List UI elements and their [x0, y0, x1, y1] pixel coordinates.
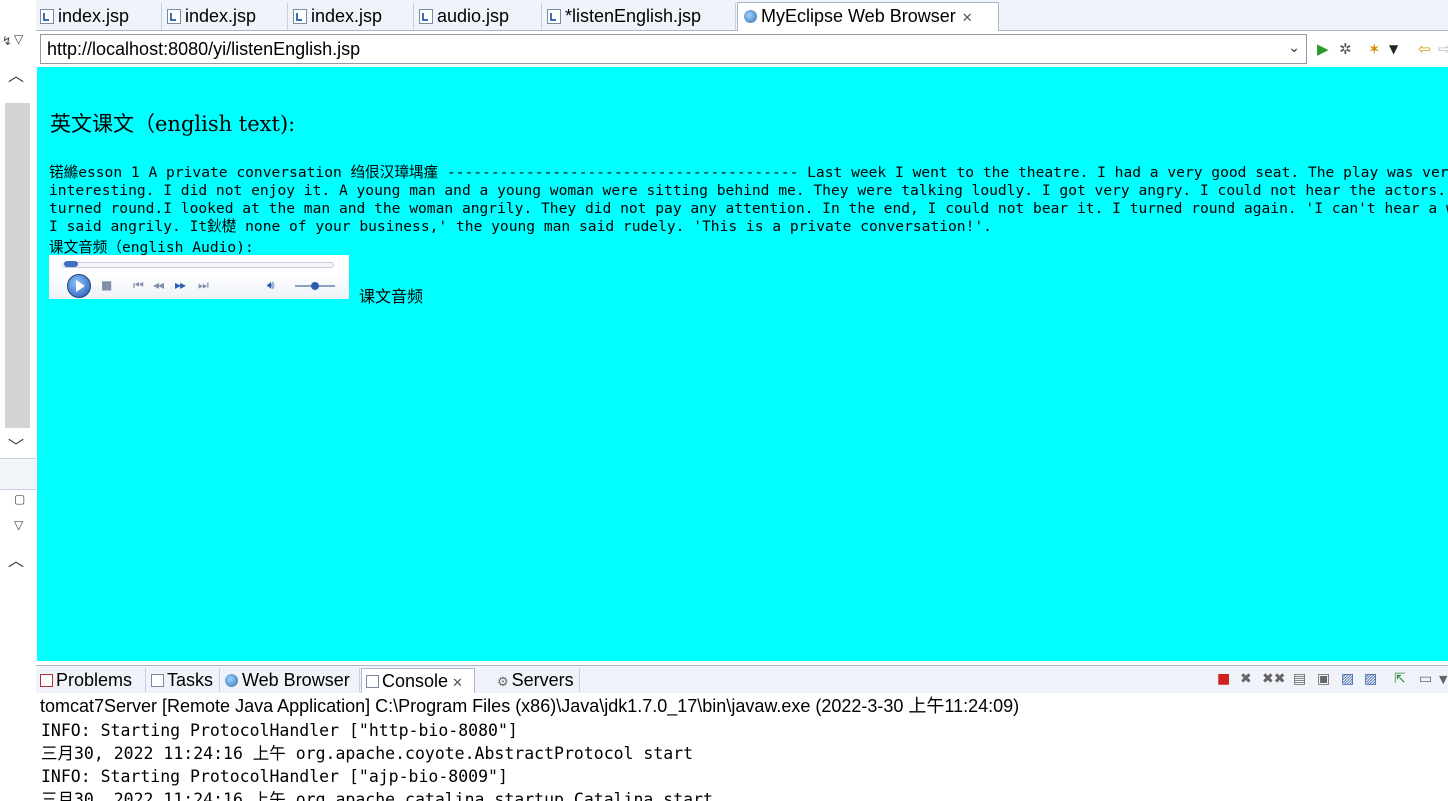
player-caption: 课文音频	[359, 287, 424, 306]
panel-divider	[0, 458, 36, 490]
tab-label: Web Browser	[242, 670, 350, 690]
terminate-icon[interactable]: ■	[1217, 671, 1230, 687]
browser-toolbar: ⌄ ▶ ✲ ✶ ▼ ⇦ ⇨	[36, 31, 1448, 67]
tab-label: MyEclipse Web Browser	[761, 6, 956, 26]
seek-bar[interactable]	[62, 262, 334, 268]
refresh-icon[interactable]: ✶	[1368, 40, 1381, 58]
console-icon	[366, 675, 379, 688]
tab-label: index.jsp	[58, 6, 130, 26]
scroll-up-icon[interactable]: ︿	[8, 547, 24, 571]
tab-label: audio.jsp	[437, 6, 510, 26]
dropdown-icon[interactable]: ▼	[1389, 42, 1398, 56]
jsp-file-icon	[40, 9, 54, 24]
console-line: INFO: Starting ProtocolHandler ["http-bi…	[41, 721, 518, 740]
left-side-panel: ↯ ▽ ︿ ﹀ ▢ ▽ ︿	[0, 0, 36, 801]
globe-icon	[225, 674, 238, 687]
rewind-icon[interactable]: ◂◂	[153, 278, 164, 292]
tab-label: Problems	[56, 670, 133, 690]
scroll-up-icon[interactable]: ︿	[8, 62, 24, 86]
tab-label: Tasks	[167, 670, 214, 690]
fast-forward-icon[interactable]: ▸▸	[175, 278, 186, 292]
tab-label: *listenEnglish.jsp	[565, 6, 702, 26]
tab-label: index.jsp	[311, 6, 383, 26]
jsp-file-icon	[293, 9, 307, 24]
volume-thumb[interactable]	[311, 282, 319, 290]
scroll-down-icon[interactable]: ﹀	[8, 433, 24, 457]
maximize-icon[interactable]: ▢	[14, 492, 25, 506]
tab-console[interactable]: Console ✕	[361, 668, 475, 693]
tasks-icon	[151, 674, 164, 687]
close-icon[interactable]: ✕	[962, 10, 973, 25]
tab-index-jsp[interactable]: index.jsp	[163, 3, 288, 30]
forward-icon[interactable]: ⇨	[1438, 40, 1448, 58]
tab-audio-jsp[interactable]: audio.jsp	[415, 3, 542, 30]
jsp-file-icon	[419, 9, 433, 24]
console-title: tomcat7Server [Remote Java Application] …	[36, 693, 1448, 719]
view-menu-icon[interactable]: ▽	[14, 518, 23, 532]
tab-listenenglish-jsp[interactable]: *listenEnglish.jsp	[543, 3, 736, 30]
jsp-file-icon	[547, 9, 561, 24]
chevron-down-icon[interactable]: ⌄	[1288, 40, 1300, 56]
audio-player[interactable]: ■ ⏮ ◂◂ ▸▸ ⏭ 🔊︎	[49, 255, 349, 299]
run-icon[interactable]: ▶	[1317, 40, 1329, 58]
console-line: 三月30, 2022 11:24:16 上午 org.apache.coyote…	[41, 744, 694, 763]
address-bar[interactable]: ⌄	[40, 34, 1307, 64]
next-icon[interactable]: ⏭	[198, 278, 209, 293]
show-on-stderr-icon[interactable]: ▨	[1364, 671, 1377, 687]
tab-label: Servers	[511, 670, 574, 690]
lesson-text: 锘縧esson 1 A private conversation 绉佷汉璋堣瘽 …	[49, 164, 1448, 235]
play-icon[interactable]	[67, 274, 91, 298]
stop-icon[interactable]: ■	[101, 278, 112, 292]
globe-icon	[744, 10, 757, 23]
console-line: INFO: Starting ProtocolHandler ["ajp-bio…	[41, 767, 508, 786]
servers-icon: ⚙︎	[497, 674, 509, 689]
browser-viewport: 英文课文（english text): 锘縧esson 1 A private …	[37, 67, 1448, 661]
view-tab-bar: Problems Tasks Web Browser Console ✕ ⚙︎ Se…	[36, 665, 1448, 694]
console-line: 三月30, 2022 11:24:16 上午 org.apache.catali…	[41, 790, 713, 801]
console-output[interactable]: INFO: Starting ProtocolHandler ["http-bi…	[36, 719, 1448, 801]
pin-console-icon[interactable]: ⇱	[1394, 671, 1406, 687]
view-menu-icon[interactable]: ▽	[14, 32, 23, 46]
tab-index-jsp[interactable]: index.jsp	[36, 3, 162, 30]
url-input[interactable]	[41, 35, 1281, 63]
back-icon[interactable]: ⇦	[1418, 40, 1431, 58]
page-heading: 英文课文（english text):	[50, 112, 296, 136]
clear-console-icon[interactable]: ▤	[1293, 671, 1306, 687]
problems-icon	[40, 674, 53, 687]
debug-icon[interactable]: ✲	[1339, 40, 1352, 58]
jsp-file-icon	[167, 9, 181, 24]
panel-toolbar-icon[interactable]: ↯	[2, 34, 12, 48]
remove-all-icon[interactable]: ✖✖	[1262, 671, 1285, 687]
tab-index-jsp[interactable]: index.jsp	[289, 3, 414, 30]
close-icon[interactable]: ✕	[452, 675, 463, 690]
vertical-scrollbar[interactable]	[5, 103, 30, 428]
view-menu-icon[interactable]: ▼	[1439, 673, 1447, 686]
tab-label: Console	[382, 671, 449, 691]
volume-icon[interactable]: 🔊︎	[267, 278, 275, 293]
scroll-lock-icon[interactable]: ▣	[1317, 671, 1330, 687]
seek-thumb[interactable]	[64, 261, 78, 267]
show-on-stdout-icon[interactable]: ▨	[1341, 671, 1354, 687]
previous-icon[interactable]: ⏮	[133, 278, 144, 293]
audio-label: 课文音频（english Audio):	[49, 239, 254, 256]
remove-launch-icon[interactable]: ✖	[1240, 671, 1252, 687]
tab-web-browser-view[interactable]: Web Browser	[221, 668, 360, 692]
tab-problems[interactable]: Problems	[36, 668, 146, 692]
display-console-icon[interactable]: ▭	[1419, 671, 1432, 687]
tab-servers[interactable]: ⚙︎ Servers	[493, 668, 580, 692]
tab-label: index.jsp	[185, 6, 257, 26]
tab-tasks[interactable]: Tasks	[147, 668, 220, 692]
editor-tab-bar: index.jsp index.jsp index.jsp audio.jsp …	[36, 0, 1448, 31]
tab-web-browser[interactable]: MyEclipse Web Browser ✕	[737, 2, 999, 31]
